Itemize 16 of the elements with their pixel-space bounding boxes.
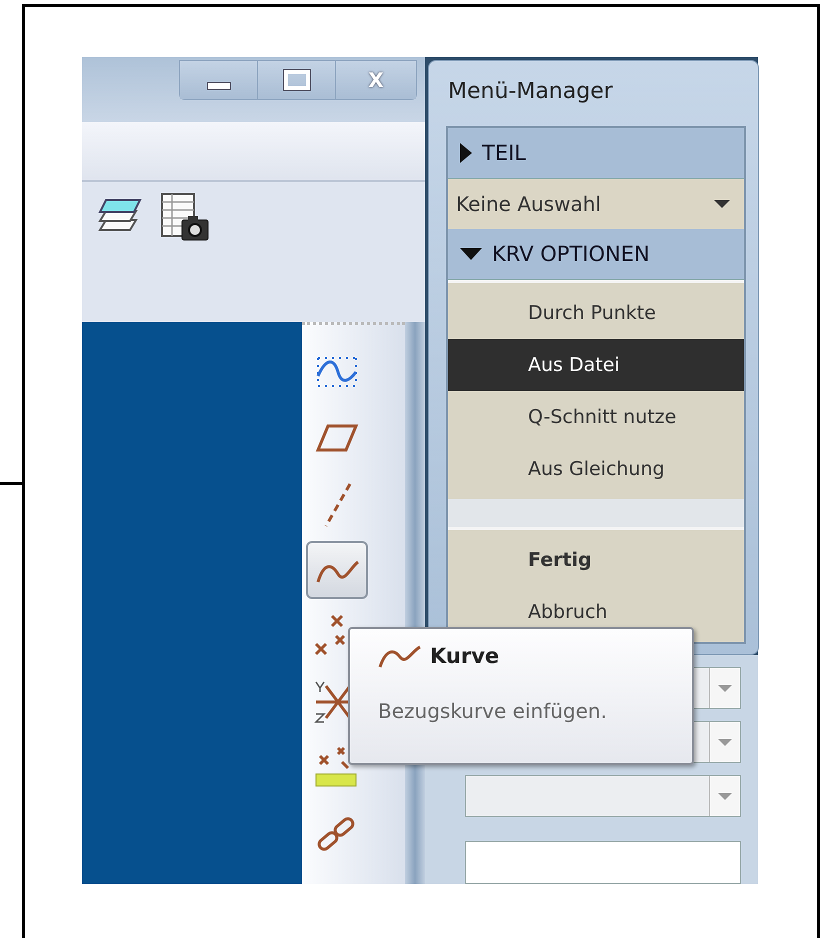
curve-icon xyxy=(378,643,422,669)
menu-item[interactable]: Abbruch xyxy=(448,586,744,638)
selection-dropdown[interactable]: Keine Auswahl xyxy=(448,179,744,229)
menu-item[interactable]: Durch Punkte xyxy=(448,287,744,339)
maximize-button[interactable] xyxy=(258,61,336,99)
menu-item[interactable]: Q-Schnitt nutze xyxy=(448,391,744,443)
menu-item[interactable]: Aus Datei xyxy=(448,339,744,391)
section-header[interactable]: KRV OPTIONEN xyxy=(448,229,744,280)
menu-item[interactable]: Fertig xyxy=(448,534,744,586)
panel-title: Menü-Manager xyxy=(447,78,614,106)
section-header[interactable]: TEIL xyxy=(448,128,744,179)
menu-item[interactable]: Aus Gleichung xyxy=(448,443,744,495)
minimize-button[interactable] xyxy=(180,61,258,99)
tooltip-text: Bezugskurve einfügen. xyxy=(378,699,608,723)
tooltip-title: Kurve xyxy=(430,644,500,668)
curve-tool[interactable] xyxy=(306,541,368,599)
